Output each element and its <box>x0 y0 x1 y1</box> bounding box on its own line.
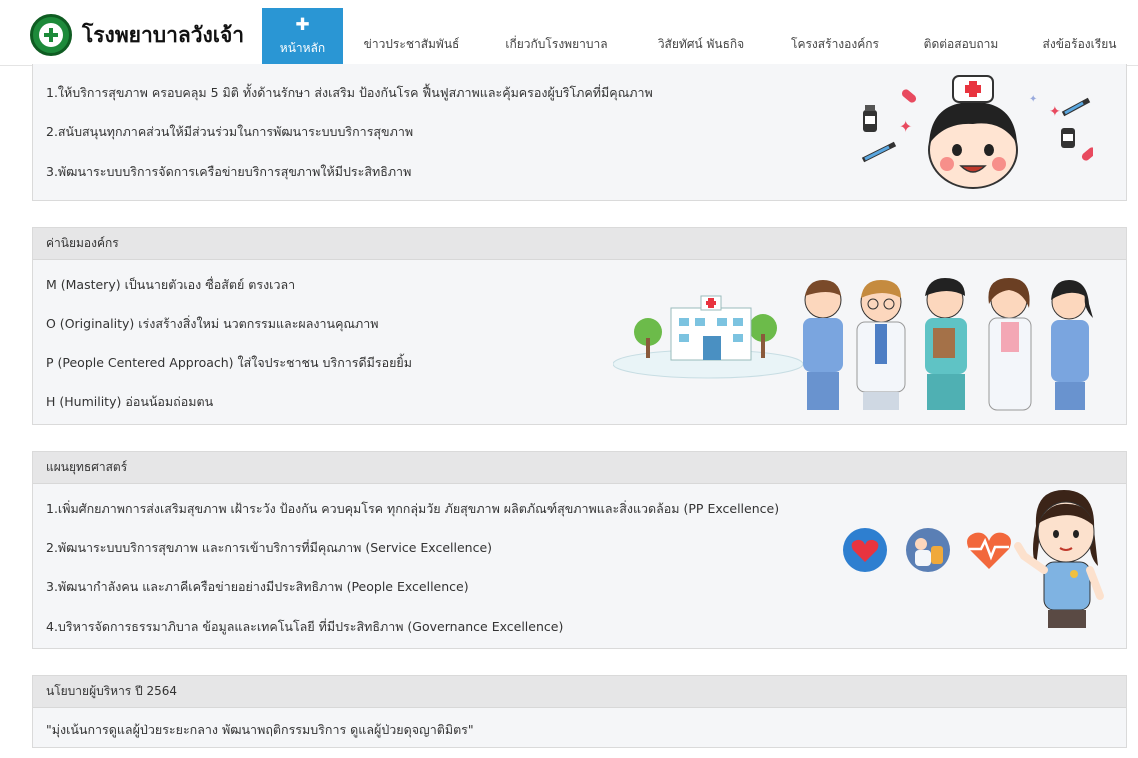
strategy-panel: แผนยุทธศาสตร์ 1.เพิ่มศักยภาพการส่งเสริมส… <box>32 451 1127 649</box>
strategy-line: 1.เพิ่มศักยภาพการส่งเสริมสุขภาพ เฝ้าระวั… <box>46 501 780 516</box>
strategy-line: 2.พัฒนาระบบบริการสุขภาพ และการเข้าบริการ… <box>46 540 493 555</box>
svg-text:✦: ✦ <box>899 117 912 136</box>
nav-news[interactable]: ข่าวประชาสัมพันธ์ <box>343 8 480 66</box>
svg-text:✦: ✦ <box>1029 94 1037 105</box>
policy-panel-title: นโยบายผู้บริหาร ปี 2564 <box>33 676 1126 708</box>
value-line: M (Mastery) เป็นนายตัวเอง ซื่อสัตย์ ตรงเ… <box>46 277 296 292</box>
svg-text:✦: ✦ <box>1049 104 1061 120</box>
main-nav: ✚ หน้าหลัก ข่าวประชาสัมพันธ์ เกี่ยวกับโร… <box>262 8 1138 66</box>
nav-vision-mission[interactable]: วิสัยทัศน์ พันธกิจ <box>633 8 769 66</box>
value-line: H (Humility) อ่อนน้อมถ่อมตน <box>46 394 214 409</box>
strategy-panel-title: แผนยุทธศาสตร์ <box>33 452 1126 484</box>
value-line: P (People Centered Approach) ใส่ใจประชาช… <box>46 355 412 370</box>
policy-text: "มุ่งเน้นการดูแลผู้ป่วยระยะกลาง พัฒนาพฤต… <box>46 722 474 737</box>
nav-about[interactable]: เกี่ยวกับโรงพยาบาล <box>480 8 633 66</box>
strategy-line: 4.บริหารจัดการธรรมาภิบาล ข้อมูลและเทคโนโ… <box>46 619 564 634</box>
nav-organization-structure[interactable]: โครงสร้างองค์กร <box>769 8 901 66</box>
heart-care-icon <box>843 528 887 572</box>
mission-line: 3.พัฒนาระบบบริการจัดการเครือข่ายบริการสุ… <box>46 164 412 179</box>
strategy-line: 3.พัฒนากำลังคน และภาคีเครือข่ายอย่างมีปร… <box>46 579 469 594</box>
mission-panel: 1.ให้บริการสุขภาพ ครอบคลุม 5 มิติ ทั้งด้… <box>32 64 1127 201</box>
girl-illustration <box>1014 490 1104 628</box>
plus-icon: ✚ <box>295 14 310 35</box>
nav-home[interactable]: ✚ หน้าหลัก <box>262 8 343 66</box>
nav-contact[interactable]: ติดต่อสอบถาม <box>901 8 1021 66</box>
brand[interactable]: โรงพยาบาลวังเจ้า <box>30 14 244 56</box>
medical-team-illustration <box>613 278 1093 411</box>
values-panel-title: ค่านิยมองค์กร <box>33 228 1126 260</box>
nurse-illustration: ✦ ✦ ✦ <box>861 75 1093 189</box>
site-header: โรงพยาบาลวังเจ้า ✚ หน้าหลัก ข่าวประชาสัม… <box>0 0 1138 66</box>
mission-line: 1.ให้บริการสุขภาพ ครอบคลุม 5 มิติ ทั้งด้… <box>46 85 653 100</box>
nav-home-label: หน้าหลัก <box>279 40 326 55</box>
mission-line: 2.สนับสนุนทุกภาคส่วนให้มีส่วนร่วมในการพั… <box>46 124 414 139</box>
hospital-logo-icon <box>30 14 72 56</box>
nav-complaint[interactable]: ส่งข้อร้องเรียน <box>1021 8 1138 66</box>
value-line: O (Originality) เร่งสร้างสิ่งใหม่ นวตกรร… <box>46 316 379 331</box>
checkup-icon <box>906 528 950 572</box>
policy-panel: นโยบายผู้บริหาร ปี 2564 "มุ่งเน้นการดูแล… <box>32 675 1127 748</box>
values-panel: ค่านิยมองค์กร M (Mastery) เป็นนายตัวเอง … <box>32 227 1127 425</box>
brand-name: โรงพยาบาลวังเจ้า <box>82 22 245 47</box>
